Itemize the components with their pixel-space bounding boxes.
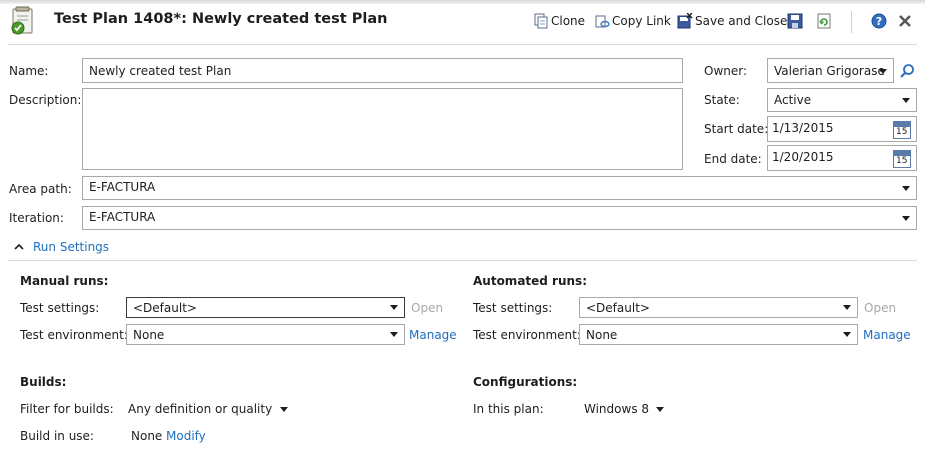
svg-text:?: ? [876, 15, 882, 28]
search-owner-button[interactable] [899, 63, 915, 79]
calendar-day: 15 [896, 127, 908, 137]
save-button[interactable] [787, 12, 805, 30]
automated-test-settings-label: Test settings: [473, 301, 553, 315]
name-field[interactable]: Newly created test Plan [82, 58, 683, 83]
iteration-dropdown[interactable]: E-FACTURA [82, 206, 917, 230]
help-button[interactable]: ? [871, 12, 889, 30]
iteration-value: E-FACTURA [89, 210, 156, 224]
end-date-field[interactable]: 1/20/2015 15 [767, 145, 917, 171]
calendar-icon[interactable]: 15 [893, 121, 911, 139]
search-icon [900, 64, 914, 78]
chevron-down-icon [902, 186, 910, 191]
configurations-dropdown[interactable]: Windows 8 [584, 402, 665, 416]
area-path-value: E-FACTURA [89, 180, 156, 194]
automated-test-settings-dropdown[interactable]: <Default> [579, 297, 858, 318]
manual-manage-link[interactable]: Manage [409, 328, 457, 342]
state-value: Active [774, 93, 812, 107]
description-field[interactable] [82, 88, 683, 170]
chevron-up-icon [14, 243, 24, 250]
toolbar-separator [851, 11, 852, 33]
save-close-icon [677, 13, 693, 29]
help-icon: ? [871, 13, 887, 29]
area-path-label: Area path: [9, 182, 72, 196]
close-icon [899, 15, 911, 27]
manual-test-env-dropdown[interactable]: None [126, 324, 405, 345]
test-plan-icon [10, 6, 37, 36]
build-in-use-value: None [131, 429, 163, 443]
chevron-down-icon [280, 406, 289, 412]
save-and-close-button[interactable]: Save and Close [677, 12, 787, 30]
modify-build-link[interactable]: Modify [166, 429, 206, 443]
run-settings-label: Run Settings [33, 240, 110, 254]
build-in-use-label: Build in use: [20, 429, 94, 443]
chevron-down-icon [656, 406, 665, 412]
configuration-value: Windows 8 [584, 402, 650, 416]
run-settings-toggle[interactable]: Run Settings [14, 240, 109, 254]
chevron-down-icon [879, 69, 887, 74]
description-label: Description: [9, 93, 82, 107]
state-label: State: [704, 93, 740, 107]
manual-test-env-value: None [133, 328, 165, 342]
clone-icon [534, 13, 548, 29]
refresh-icon [817, 13, 831, 29]
calendar-icon[interactable]: 15 [893, 150, 911, 168]
run-settings-divider [8, 260, 917, 261]
automated-test-env-value: None [586, 328, 618, 342]
manual-test-settings-value: <Default> [133, 301, 197, 315]
name-label: Name: [9, 64, 49, 78]
start-date-label: Start date: [704, 122, 769, 136]
automated-open-link[interactable]: Open [864, 301, 896, 315]
automated-manage-link[interactable]: Manage [863, 328, 911, 342]
copy-link-label: Copy Link [612, 14, 671, 28]
builds-heading: Builds: [20, 375, 67, 389]
copy-link-icon [595, 15, 610, 28]
automated-test-env-dropdown[interactable]: None [579, 324, 858, 345]
manual-test-settings-label: Test settings: [20, 301, 100, 315]
filter-builds-value: Any definition or quality [128, 402, 273, 416]
start-date-field[interactable]: 1/13/2015 15 [767, 116, 917, 142]
refresh-button[interactable] [816, 12, 834, 30]
chevron-down-icon [902, 216, 910, 221]
state-dropdown[interactable]: Active [767, 88, 917, 112]
chevron-down-icon [843, 305, 851, 310]
manual-open-link[interactable]: Open [411, 301, 443, 315]
manual-test-settings-dropdown[interactable]: <Default> [126, 297, 405, 318]
area-path-dropdown[interactable]: E-FACTURA [82, 176, 917, 200]
save-close-label: Save and Close [695, 14, 788, 28]
calendar-day: 15 [896, 156, 908, 166]
automated-test-env-label: Test environment: [473, 328, 581, 342]
owner-label: Owner: [704, 64, 748, 78]
name-value: Newly created test Plan [89, 64, 232, 78]
chevron-down-icon [902, 98, 910, 103]
window-top-strip [0, 0, 925, 4]
end-date-value: 1/20/2015 [772, 150, 834, 164]
page-title: Test Plan 1408*: Newly created test Plan [54, 11, 388, 27]
chevron-down-icon [843, 332, 851, 337]
chevron-down-icon [390, 332, 398, 337]
iteration-label: Iteration: [9, 211, 64, 225]
clone-button[interactable]: Clone [533, 12, 585, 30]
clone-label: Clone [551, 14, 586, 28]
chevron-down-icon [390, 305, 398, 310]
start-date-value: 1/13/2015 [772, 121, 834, 135]
manual-test-env-label: Test environment: [20, 328, 128, 342]
end-date-label: End date: [704, 152, 762, 166]
header-divider [8, 44, 917, 45]
copy-link-button[interactable]: Copy Link [594, 12, 671, 30]
configurations-heading: Configurations: [473, 375, 578, 389]
filter-builds-dropdown[interactable]: Any definition or quality [128, 402, 289, 416]
owner-value: Valerian Grigorase [774, 64, 885, 78]
owner-dropdown[interactable]: Valerian Grigorase [767, 58, 894, 83]
filter-builds-label: Filter for builds: [20, 402, 114, 416]
manual-runs-heading: Manual runs: [20, 274, 109, 288]
close-button[interactable] [898, 12, 914, 30]
save-icon [787, 13, 803, 29]
automated-test-settings-value: <Default> [586, 301, 650, 315]
in-this-plan-label: In this plan: [473, 402, 544, 416]
automated-runs-heading: Automated runs: [473, 274, 587, 288]
